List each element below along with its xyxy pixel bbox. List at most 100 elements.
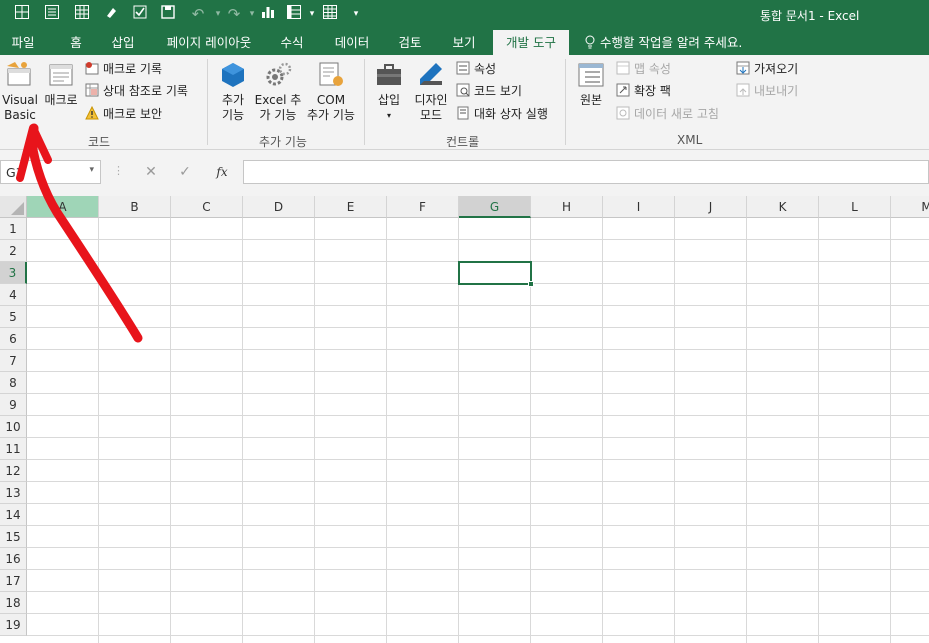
undo-icon[interactable]: ↶: [188, 4, 208, 24]
tell-me-box[interactable]: 수행할 작업을 알려 주세요.: [584, 30, 742, 55]
row-header-2[interactable]: 2: [0, 240, 27, 262]
tab-developer[interactable]: 개발 도구: [493, 30, 569, 55]
gear-icon: [263, 62, 293, 92]
row-header-6[interactable]: 6: [0, 328, 27, 350]
view-code-button[interactable]: 코드 보기: [456, 81, 522, 101]
visual-basic-label-1: Visual: [2, 93, 38, 107]
format-painter-icon[interactable]: [102, 4, 122, 24]
grid-icon[interactable]: [12, 4, 32, 24]
com-addins-button[interactable]: COM 추가 기능: [303, 61, 359, 123]
tab-formulas[interactable]: 수식: [272, 30, 312, 55]
export-icon: [736, 83, 750, 97]
fill-handle[interactable]: [528, 281, 534, 287]
insert-function-icon[interactable]: fx: [211, 162, 233, 182]
row-header-16[interactable]: 16: [0, 548, 27, 570]
column-header-m[interactable]: M: [891, 196, 929, 218]
redo-icon[interactable]: ↷: [224, 4, 244, 24]
row-header-15[interactable]: 15: [0, 526, 27, 548]
formula-bar: G3 ▾ ⋮ ✕ ✓ fx: [0, 150, 929, 196]
macro-security-button[interactable]: 매크로 보안: [85, 104, 162, 124]
insert-control-button[interactable]: 삽입 ▾: [371, 61, 407, 123]
excel-addins-button[interactable]: Excel 추 가 기능: [253, 61, 303, 123]
relative-reference-icon: [85, 83, 99, 97]
customize-qat-icon[interactable]: ▾: [346, 4, 366, 24]
tab-home[interactable]: 홈: [60, 30, 92, 55]
map-properties-label: 맵 속성: [634, 62, 671, 76]
record-macro-button[interactable]: 매크로 기록: [85, 59, 162, 79]
pivot-table-icon[interactable]: [284, 4, 304, 24]
excel-addins-label-2: 가 기능: [259, 108, 297, 122]
cancel-icon[interactable]: ✕: [140, 162, 162, 182]
formula-bar-handle-icon[interactable]: ⋮: [113, 164, 124, 177]
column-header-j[interactable]: J: [675, 196, 747, 218]
row-header-12[interactable]: 12: [0, 460, 27, 482]
checkbox-icon[interactable]: [130, 4, 150, 24]
column-header-l[interactable]: L: [819, 196, 891, 218]
expansion-packs-button[interactable]: 확장 팩: [616, 81, 671, 101]
refresh-data-button[interactable]: 데이터 새로 고침: [616, 104, 719, 124]
column-header-a[interactable]: A: [27, 196, 99, 218]
row-header-9[interactable]: 9: [0, 394, 27, 416]
column-header-d[interactable]: D: [243, 196, 315, 218]
name-box-dropdown-icon[interactable]: ▾: [89, 165, 94, 175]
row-header-4[interactable]: 4: [0, 284, 27, 306]
column-header-c[interactable]: C: [171, 196, 243, 218]
tab-page-layout[interactable]: 페이지 레이아웃: [156, 30, 262, 55]
table-icon[interactable]: [72, 4, 92, 24]
row-header-19[interactable]: 19: [0, 614, 27, 636]
column-header-h[interactable]: H: [531, 196, 603, 218]
row-header-14[interactable]: 14: [0, 504, 27, 526]
pivot-dropdown-icon[interactable]: ▾: [302, 4, 322, 24]
com-addins-label-1: COM: [316, 93, 346, 107]
enter-icon[interactable]: ✓: [174, 162, 196, 182]
chart-icon[interactable]: [258, 4, 278, 24]
column-header-g[interactable]: G: [459, 196, 531, 218]
select-all-button[interactable]: [0, 196, 27, 218]
active-cell[interactable]: [458, 261, 532, 285]
column-header-b[interactable]: B: [99, 196, 171, 218]
row-header-7[interactable]: 7: [0, 350, 27, 372]
com-addins-icon: [316, 62, 346, 92]
tab-file[interactable]: 파일: [0, 30, 46, 55]
run-dialog-button[interactable]: 대화 상자 실행: [456, 104, 548, 124]
row-header-11[interactable]: 11: [0, 438, 27, 460]
column-header-k[interactable]: K: [747, 196, 819, 218]
toolbox-icon: [374, 64, 404, 92]
tell-me-text: 수행할 작업을 알려 주세요.: [599, 35, 743, 50]
tab-insert[interactable]: 삽입: [104, 30, 142, 55]
com-addins-label-2: 추가 기능: [307, 108, 355, 122]
row-header-17[interactable]: 17: [0, 570, 27, 592]
title-bar: ↶ ▾ ↷ ▾ ▾ ▾ 통합 문서1 - Excel: [0, 0, 929, 30]
formula-input[interactable]: [243, 160, 929, 184]
visual-basic-button[interactable]: Visual Basic: [2, 61, 38, 123]
column-header-f[interactable]: F: [387, 196, 459, 218]
column-header-i[interactable]: I: [603, 196, 675, 218]
xml-import-button[interactable]: 가져오기: [736, 59, 798, 79]
macros-button[interactable]: 매크로: [42, 61, 80, 108]
map-properties-button[interactable]: 맵 속성: [616, 59, 671, 79]
xml-source-button[interactable]: 원본: [573, 61, 609, 108]
xml-export-button[interactable]: 내보내기: [736, 81, 798, 101]
tab-review[interactable]: 검토: [390, 30, 430, 55]
name-box[interactable]: G3 ▾: [0, 160, 101, 184]
properties-button[interactable]: 속성: [456, 59, 496, 79]
row-header-5[interactable]: 5: [0, 306, 27, 328]
column-header-e[interactable]: E: [315, 196, 387, 218]
row-header-10[interactable]: 10: [0, 416, 27, 438]
row-header-18[interactable]: 18: [0, 592, 27, 614]
tab-view[interactable]: 보기: [444, 30, 484, 55]
design-mode-button[interactable]: 디자인 모드: [411, 61, 451, 123]
row-header-1[interactable]: 1: [0, 218, 27, 240]
import-label: 가져오기: [754, 62, 799, 76]
spreadsheet-icon[interactable]: [320, 4, 340, 24]
form-icon[interactable]: [42, 4, 62, 24]
name-box-value: G3: [6, 165, 24, 180]
tab-data[interactable]: 데이터: [326, 30, 378, 55]
relative-reference-button[interactable]: 상대 참조로 기록: [85, 81, 188, 101]
refresh-data-label: 데이터 새로 고침: [634, 107, 719, 121]
row-header-3[interactable]: 3: [0, 262, 27, 284]
addins-button[interactable]: 추가 기능: [215, 61, 251, 123]
row-header-13[interactable]: 13: [0, 482, 27, 504]
save-icon[interactable]: [158, 4, 178, 24]
row-header-8[interactable]: 8: [0, 372, 27, 394]
